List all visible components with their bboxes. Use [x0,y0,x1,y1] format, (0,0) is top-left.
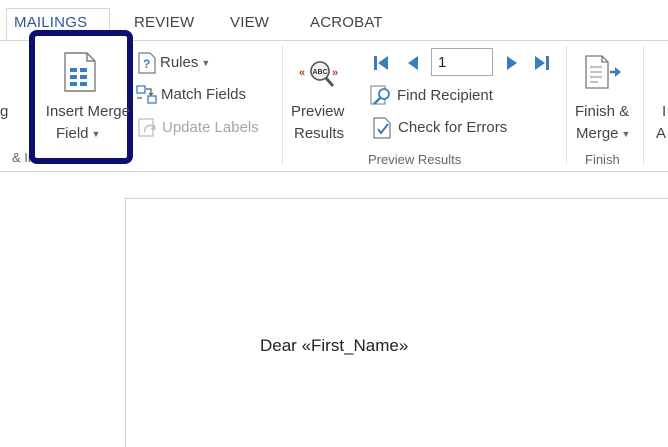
previous-record-icon[interactable] [405,54,421,72]
group-separator [643,46,644,164]
svg-text:ABC: ABC [313,69,328,76]
insert-merge-field-label-2: Field ▼ [56,125,101,142]
rules-icon: ? [138,52,156,74]
first-record-icon[interactable] [372,54,390,72]
next-record-icon[interactable] [504,54,520,72]
svg-text:?: ? [143,57,150,71]
group-label-finish: Finish [585,152,620,167]
insert-merge-field-label-1: Insert Merge [45,103,130,120]
find-recipient-button[interactable]: Find Recipient [397,87,493,105]
record-number-input[interactable] [431,48,493,76]
dropdown-arrow-icon: ▼ [621,129,631,140]
cut-off-label-right-2[interactable]: A [656,125,666,143]
insert-merge-field-icon [64,52,96,92]
finish-merge-label-2[interactable]: Merge ▼ [576,125,630,143]
update-labels-icon [138,118,156,137]
tab-view[interactable]: VIEW [230,14,269,31]
merge-field-text[interactable]: Dear «First_Name» [260,336,408,356]
tab-mailings[interactable]: MAILINGS [14,14,87,31]
svg-text:«: « [299,67,305,79]
cut-off-label-left[interactable]: g [0,103,8,121]
cut-off-label-right-1[interactable]: I [662,103,666,121]
dropdown-arrow-icon: ▼ [201,58,211,69]
finish-merge-label-1[interactable]: Finish & [575,103,629,121]
rules-button[interactable]: Rules ▼ [160,54,210,72]
document-page[interactable] [125,198,668,447]
tab-acrobat[interactable]: ACROBAT [310,14,383,31]
group-label-preview-results: Preview Results [368,152,462,167]
preview-results-label-1[interactable]: Preview [291,103,344,121]
group-separator [282,46,283,164]
preview-results-label-2[interactable]: Results [294,125,344,143]
group-separator [566,46,567,164]
tab-review[interactable]: REVIEW [134,14,194,31]
match-fields-button[interactable]: Match Fields [161,86,246,104]
check-for-errors-icon [373,117,391,139]
preview-results-icon: « » ABC [299,61,338,87]
last-record-icon[interactable] [533,54,551,72]
finish-merge-icon [585,55,621,89]
dropdown-arrow-icon: ▼ [91,129,101,140]
svg-text:»: » [332,67,338,79]
update-labels-button[interactable]: Update Labels [162,119,259,137]
find-recipient-icon [370,85,390,105]
check-for-errors-button[interactable]: Check for Errors [398,119,507,137]
highlight-box [29,30,133,164]
match-fields-icon [136,85,157,104]
